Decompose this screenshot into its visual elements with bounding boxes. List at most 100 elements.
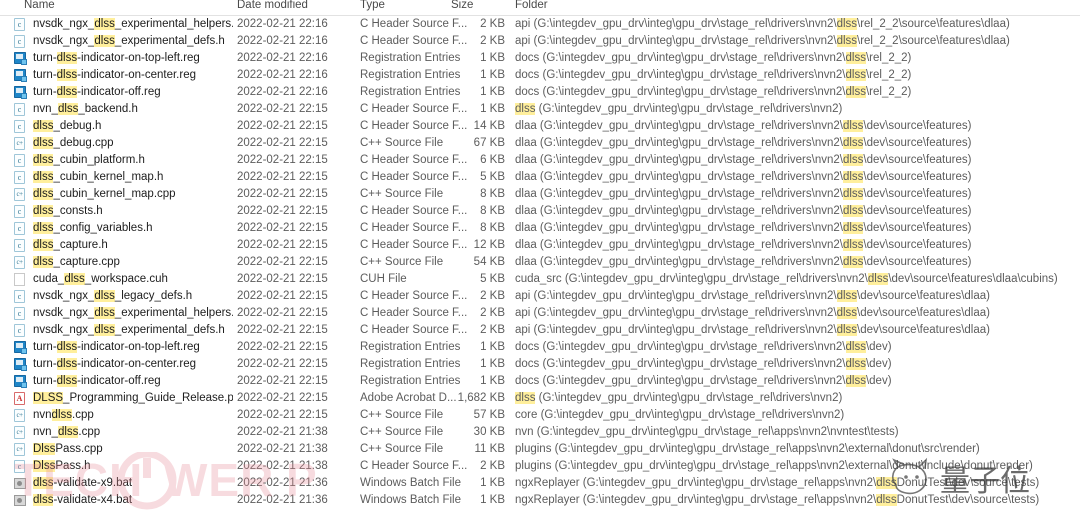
- folder-path-cell[interactable]: ngxReplayer (G:\integdev_gpu_drv\integ\g…: [515, 492, 1039, 509]
- file-name-cell[interactable]: dlss_cubin_kernel_map.cpp: [33, 186, 176, 203]
- file-name-cell[interactable]: dlss_cubin_kernel_map.h: [33, 169, 163, 186]
- table-row[interactable]: turn-dlss-indicator-off.reg 2022-02-21 22…: [0, 373, 1080, 390]
- table-row[interactable]: c dlss_debug.h 2022-02-21 22:15 C Header So…: [0, 118, 1080, 135]
- folder-path-cell[interactable]: api (G:\integdev_gpu_drv\integ\gpu_drv\s…: [515, 322, 990, 339]
- folder-path-cell[interactable]: dlaa (G:\integdev_gpu_drv\integ\gpu_drv\…: [515, 169, 971, 186]
- column-header-folder[interactable]: Folder: [515, 0, 548, 11]
- c-header-file-icon: c: [14, 18, 28, 32]
- file-name-cell[interactable]: dlss_debug.cpp: [33, 135, 114, 152]
- table-row[interactable]: c nvsdk_ngx_dlss_experimental_helpers.h 20…: [0, 305, 1080, 322]
- folder-path-cell[interactable]: cuda_src (G:\integdev_gpu_drv\integ\gpu_…: [515, 271, 1058, 288]
- table-row[interactable]: turn-dlss-indicator-on-center.reg 2022-02…: [0, 67, 1080, 84]
- file-name-cell[interactable]: nvsdk_ngx_dlss_legacy_defs.h: [33, 288, 192, 305]
- folder-path-cell[interactable]: core (G:\integdev_gpu_drv\integ\gpu_drv\…: [515, 407, 844, 424]
- table-row[interactable]: turn-dlss-indicator-on-center.reg 2022-02…: [0, 356, 1080, 373]
- folder-path-cell[interactable]: api (G:\integdev_gpu_drv\integ\gpu_drv\s…: [515, 288, 990, 305]
- folder-path-cell[interactable]: docs (G:\integdev_gpu_drv\integ\gpu_drv\…: [515, 67, 911, 84]
- table-row[interactable]: c dlss_cubin_kernel_map.h 2022-02-21 22:15…: [0, 169, 1080, 186]
- file-name-cell[interactable]: DlssPass.h: [33, 458, 91, 475]
- folder-path-cell[interactable]: docs (G:\integdev_gpu_drv\integ\gpu_drv\…: [515, 356, 892, 373]
- column-header-type[interactable]: Type: [360, 0, 385, 11]
- file-name-cell[interactable]: cuda_dlss_workspace.cuh: [33, 271, 168, 288]
- file-name-cell[interactable]: dlss_capture.h: [33, 237, 108, 254]
- folder-path-cell[interactable]: docs (G:\integdev_gpu_drv\integ\gpu_drv\…: [515, 339, 892, 356]
- file-name-cell[interactable]: turn-dlss-indicator-on-top-left.reg: [33, 339, 200, 356]
- folder-path-cell[interactable]: plugins (G:\integdev_gpu_drv\integ\gpu_d…: [515, 441, 980, 458]
- table-row[interactable]: c dlss_config_variables.h 2022-02-21 22:15…: [0, 220, 1080, 237]
- date-modified-cell: 2022-02-21 22:16: [237, 35, 328, 47]
- folder-path-cell[interactable]: dlaa (G:\integdev_gpu_drv\integ\gpu_drv\…: [515, 186, 971, 203]
- table-row[interactable]: dlss-validate-x9.bat 2022-02-21 21:36 Wind…: [0, 475, 1080, 492]
- table-row[interactable]: A DLSS_Programming_Guide_Release.pdf 2022-…: [0, 390, 1080, 407]
- file-size-cell: 30 KB: [473, 426, 505, 438]
- table-row[interactable]: dlss-validate-x4.bat 2022-02-21 21:36 Wind…: [0, 492, 1080, 509]
- table-row[interactable]: c nvsdk_ngx_dlss_experimental_defs.h 2022-…: [0, 322, 1080, 339]
- file-name-cell[interactable]: dlss_config_variables.h: [33, 220, 153, 237]
- table-row[interactable]: c+ dlss_cubin_kernel_map.cpp 2022-02-21 22…: [0, 186, 1080, 203]
- table-row[interactable]: turn-dlss-indicator-off.reg 2022-02-21 22…: [0, 84, 1080, 101]
- file-name-cell[interactable]: nvndlss.cpp: [33, 407, 94, 424]
- table-row[interactable]: turn-dlss-indicator-on-top-left.reg 2022-…: [0, 339, 1080, 356]
- folder-path-cell[interactable]: ngxReplayer (G:\integdev_gpu_drv\integ\g…: [515, 475, 1039, 492]
- file-name-cell[interactable]: nvsdk_ngx_dlss_experimental_defs.h: [33, 33, 225, 50]
- folder-path-cell[interactable]: docs (G:\integdev_gpu_drv\integ\gpu_drv\…: [515, 373, 892, 390]
- table-row[interactable]: c dlss_capture.h 2022-02-21 22:15 C Header …: [0, 237, 1080, 254]
- folder-path-cell[interactable]: dlss (G:\integdev_gpu_drv\integ\gpu_drv\…: [515, 101, 842, 118]
- table-row[interactable]: c+ nvn_dlss.cpp 2022-02-21 21:38 C++ Source…: [0, 424, 1080, 441]
- file-name-cell[interactable]: turn-dlss-indicator-off.reg: [33, 84, 161, 101]
- folder-path-cell[interactable]: dlaa (G:\integdev_gpu_drv\integ\gpu_drv\…: [515, 220, 971, 237]
- table-row[interactable]: c+ DlssPass.cpp 2022-02-21 21:38 C++ Source…: [0, 441, 1080, 458]
- folder-path-cell[interactable]: dlaa (G:\integdev_gpu_drv\integ\gpu_drv\…: [515, 152, 971, 169]
- cpp-source-file-icon: c+: [14, 443, 28, 457]
- file-name-cell[interactable]: dlss_capture.cpp: [33, 254, 120, 271]
- c-header-file-icon: c: [14, 239, 28, 253]
- registry-file-icon: [14, 69, 28, 83]
- table-row[interactable]: c nvsdk_ngx_dlss_experimental_defs.h 2022-…: [0, 33, 1080, 50]
- file-name-cell[interactable]: turn-dlss-indicator-off.reg: [33, 373, 161, 390]
- table-row[interactable]: c+ dlss_capture.cpp 2022-02-21 22:15 C++ So…: [0, 254, 1080, 271]
- registry-file-icon: [14, 358, 28, 372]
- file-name-cell[interactable]: nvn_dlss.cpp: [33, 424, 100, 441]
- table-row[interactable]: c nvsdk_ngx_dlss_experimental_helpers.h 20…: [0, 16, 1080, 33]
- file-name-cell[interactable]: nvsdk_ngx_dlss_experimental_helpers.h: [33, 305, 233, 322]
- file-name-cell[interactable]: nvsdk_ngx_dlss_experimental_defs.h: [33, 322, 225, 339]
- column-header-size[interactable]: Size: [451, 0, 473, 11]
- table-row[interactable]: c nvsdk_ngx_dlss_legacy_defs.h 2022-02-21 …: [0, 288, 1080, 305]
- file-name-cell[interactable]: turn-dlss-indicator-on-center.reg: [33, 356, 196, 373]
- table-row[interactable]: turn-dlss-indicator-on-top-left.reg 2022-…: [0, 50, 1080, 67]
- table-row[interactable]: c+ nvndlss.cpp 2022-02-21 22:15 C++ Source …: [0, 407, 1080, 424]
- file-name-cell[interactable]: dlss-validate-x9.bat: [33, 475, 132, 492]
- folder-path-cell[interactable]: dlaa (G:\integdev_gpu_drv\integ\gpu_drv\…: [515, 254, 971, 271]
- file-name-cell[interactable]: turn-dlss-indicator-on-center.reg: [33, 67, 196, 84]
- file-name-cell[interactable]: dlss_consts.h: [33, 203, 103, 220]
- table-row[interactable]: c dlss_consts.h 2022-02-21 22:15 C Header S…: [0, 203, 1080, 220]
- folder-path-cell[interactable]: dlaa (G:\integdev_gpu_drv\integ\gpu_drv\…: [515, 135, 971, 152]
- folder-path-cell[interactable]: api (G:\integdev_gpu_drv\integ\gpu_drv\s…: [515, 16, 1010, 33]
- file-name-cell[interactable]: DlssPass.cpp: [33, 441, 103, 458]
- folder-path-cell[interactable]: api (G:\integdev_gpu_drv\integ\gpu_drv\s…: [515, 305, 990, 322]
- table-row[interactable]: cuda_dlss_workspace.cuh 2022-02-21 22:15 C…: [0, 271, 1080, 288]
- file-name-cell[interactable]: DLSS_Programming_Guide_Release.pdf: [33, 390, 233, 407]
- folder-path-cell[interactable]: dlaa (G:\integdev_gpu_drv\integ\gpu_drv\…: [515, 203, 971, 220]
- folder-path-cell[interactable]: dlss (G:\integdev_gpu_drv\integ\gpu_drv\…: [515, 390, 842, 407]
- column-header-date-modified[interactable]: Date modified: [237, 0, 308, 11]
- file-name-cell[interactable]: dlss_debug.h: [33, 118, 101, 135]
- folder-path-cell[interactable]: dlaa (G:\integdev_gpu_drv\integ\gpu_drv\…: [515, 237, 971, 254]
- file-name-cell[interactable]: turn-dlss-indicator-on-top-left.reg: [33, 50, 200, 67]
- file-name-cell[interactable]: nvsdk_ngx_dlss_experimental_helpers.h: [33, 16, 233, 33]
- table-row[interactable]: c dlss_cubin_platform.h 2022-02-21 22:15 C …: [0, 152, 1080, 169]
- file-name-cell[interactable]: nvn_dlss_backend.h: [33, 101, 138, 118]
- table-row[interactable]: c+ dlss_debug.cpp 2022-02-21 22:15 C++ Sour…: [0, 135, 1080, 152]
- column-header-name[interactable]: Name: [24, 0, 55, 11]
- table-row[interactable]: c DlssPass.h 2022-02-21 21:38 C Header Sour…: [0, 458, 1080, 475]
- folder-path-cell[interactable]: nvn (G:\integdev_gpu_drv\integ\gpu_drv\s…: [515, 424, 899, 441]
- folder-path-cell[interactable]: docs (G:\integdev_gpu_drv\integ\gpu_drv\…: [515, 50, 911, 67]
- file-name-cell[interactable]: dlss_cubin_platform.h: [33, 152, 145, 169]
- folder-path-cell[interactable]: docs (G:\integdev_gpu_drv\integ\gpu_drv\…: [515, 84, 911, 101]
- folder-path-cell[interactable]: dlaa (G:\integdev_gpu_drv\integ\gpu_drv\…: [515, 118, 971, 135]
- batch-file-icon: [14, 477, 28, 491]
- folder-path-cell[interactable]: api (G:\integdev_gpu_drv\integ\gpu_drv\s…: [515, 33, 1010, 50]
- file-name-cell[interactable]: dlss-validate-x4.bat: [33, 492, 132, 509]
- table-row[interactable]: c nvn_dlss_backend.h 2022-02-21 22:15 C Hea…: [0, 101, 1080, 118]
- folder-path-cell[interactable]: plugins (G:\integdev_gpu_drv\integ\gpu_d…: [515, 458, 1033, 475]
